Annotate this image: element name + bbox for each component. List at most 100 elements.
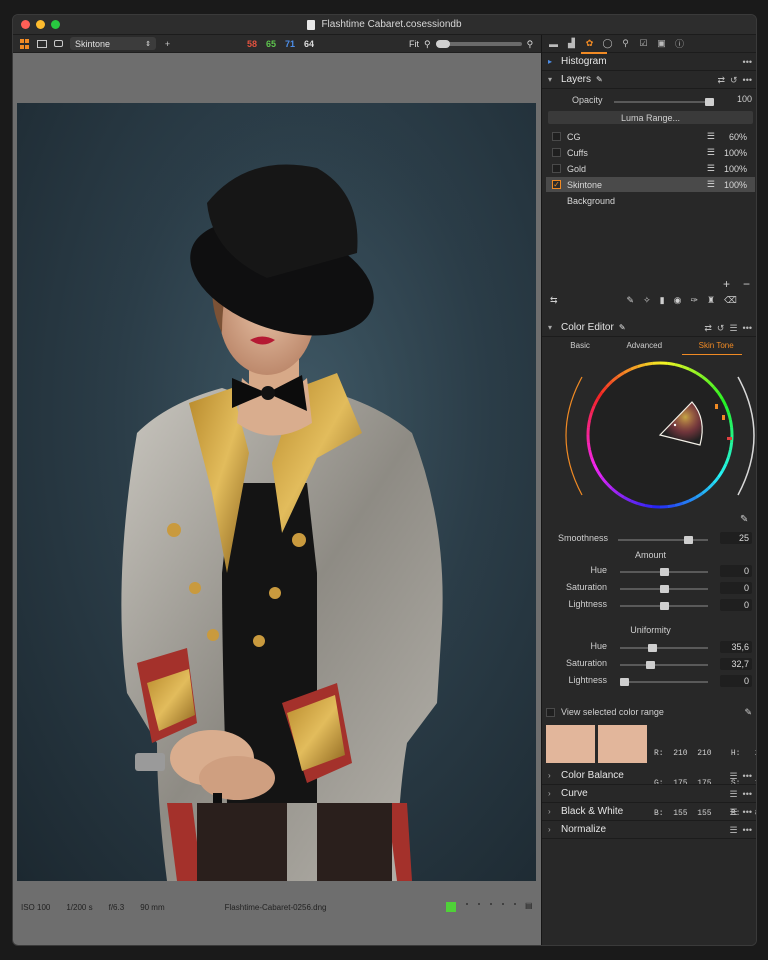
library-tab-icon[interactable]: ▬ xyxy=(548,38,559,49)
amount-saturation-slider[interactable] xyxy=(620,585,708,593)
fill-icon[interactable]: ✑ xyxy=(690,295,698,306)
layer-select[interactable]: Skintone ⇕ xyxy=(70,37,156,50)
luma-range-button[interactable]: Luma Range... xyxy=(548,111,753,124)
rating-dot-2[interactable] xyxy=(478,903,480,905)
swap-icon[interactable]: ⇆ xyxy=(550,295,558,306)
more-icon[interactable]: ••• xyxy=(743,771,752,781)
more-icon[interactable]: ••• xyxy=(743,807,752,817)
lens-tab-icon[interactable]: ⚲ xyxy=(620,38,631,49)
slider-knob[interactable] xyxy=(620,678,629,686)
list-icon[interactable]: ☰ xyxy=(729,825,737,836)
layer-checkbox[interactable] xyxy=(552,164,561,173)
zoom-in-icon[interactable]: ⚲ xyxy=(527,39,534,50)
layer-row[interactable]: ✓ Skintone ☰ 100% xyxy=(546,177,755,192)
amount-hue-slider[interactable] xyxy=(620,568,708,576)
section-curve[interactable]: › Curve ☰ ••• xyxy=(542,785,756,803)
output-tab-icon[interactable]: ▣ xyxy=(656,38,667,49)
auto-mask-icon[interactable]: ✧ xyxy=(643,295,651,306)
arrows-icon[interactable]: ⇄ xyxy=(717,75,725,86)
capture-tab-icon[interactable]: ▟ xyxy=(566,38,577,49)
slider-knob[interactable] xyxy=(659,568,669,576)
maximize-window-button[interactable] xyxy=(51,20,60,29)
picker-icon[interactable]: ✎ xyxy=(619,323,626,332)
section-color-balance[interactable]: › Color Balance ☰ ••• xyxy=(542,767,756,785)
smoothness-slider-knob[interactable] xyxy=(684,536,693,544)
slider-knob[interactable] xyxy=(659,602,669,610)
radial-icon[interactable]: ◉ xyxy=(674,295,682,306)
tab-skin-tone[interactable]: Skin Tone xyxy=(699,341,734,350)
single-view-icon[interactable] xyxy=(36,38,47,49)
opacity-slider[interactable] xyxy=(614,98,714,106)
amount-lightness-slider[interactable] xyxy=(620,602,708,610)
layer-row[interactable]: Gold ☰ 100% xyxy=(546,161,755,176)
layer-settings-icon[interactable]: ☰ xyxy=(707,179,715,190)
right-range-arc[interactable] xyxy=(737,376,755,496)
color-editor-header[interactable]: ▾ Color Editor ✎ ⇄ ↺ ☰ ••• xyxy=(542,319,756,337)
adjustments-tab-icon[interactable]: ☑ xyxy=(638,38,649,49)
opacity-slider-knob[interactable] xyxy=(705,98,714,106)
remove-layer-icon[interactable]: − xyxy=(743,277,750,291)
uniformity-lightness-value[interactable]: 0 xyxy=(720,675,752,687)
amount-hue-value[interactable]: 0 xyxy=(720,565,752,577)
zoom-out-icon[interactable]: ⚲ xyxy=(424,39,431,50)
zoom-slider[interactable] xyxy=(435,40,522,48)
info-icon[interactable]: ▤ xyxy=(525,901,533,910)
exposure-tab-icon[interactable]: ◯ xyxy=(602,38,613,49)
layer-checkbox[interactable] xyxy=(552,148,561,157)
eraser-icon[interactable]: ⌫ xyxy=(724,295,737,306)
layer-checkbox[interactable]: ✓ xyxy=(552,180,561,189)
add-layer-icon[interactable]: + xyxy=(723,277,730,291)
color-tab-icon[interactable]: ✿ xyxy=(584,38,595,49)
viewer-mode-icon[interactable] xyxy=(53,38,64,49)
slider-knob[interactable] xyxy=(659,585,669,593)
slider-knob[interactable] xyxy=(646,661,656,669)
rating-dot-1[interactable] xyxy=(466,903,468,905)
reset-icon[interactable]: ↺ xyxy=(717,323,725,334)
list-icon[interactable]: ☰ xyxy=(729,771,737,782)
picker-icon[interactable]: ✎ xyxy=(596,75,603,84)
eyedropper-icon[interactable]: ✎ xyxy=(740,514,748,525)
list-icon[interactable]: ☰ xyxy=(729,807,737,818)
section-black-white[interactable]: › Black & White ☰ ••• xyxy=(542,803,756,821)
list-icon[interactable]: ☰ xyxy=(729,789,737,800)
brush-icon[interactable]: ✎ xyxy=(627,295,635,306)
tab-basic[interactable]: Basic xyxy=(570,341,590,350)
layer-checkbox[interactable] xyxy=(552,132,561,141)
more-icon[interactable]: ••• xyxy=(743,825,752,835)
grid-view-icon[interactable] xyxy=(19,38,30,49)
minimize-window-button[interactable] xyxy=(36,20,45,29)
layer-settings-icon[interactable]: ☰ xyxy=(707,147,715,158)
layer-row[interactable]: Cuffs ☰ 100% xyxy=(546,145,755,160)
rating-dot-5[interactable] xyxy=(514,903,516,905)
section-normalize[interactable]: › Normalize ☰ ••• xyxy=(542,821,756,839)
layer-row[interactable]: CG ☰ 60% xyxy=(546,129,755,144)
zoom-slider-thumb[interactable] xyxy=(435,40,450,48)
metadata-tab-icon[interactable]: ⓘ xyxy=(674,38,685,49)
add-crosshair-icon[interactable]: + xyxy=(162,38,173,49)
more-icon[interactable]: ••• xyxy=(743,789,752,799)
opacity-value[interactable]: 100 xyxy=(737,94,752,104)
rating-dot-3[interactable] xyxy=(490,903,492,905)
arrows-icon[interactable]: ⇄ xyxy=(704,323,712,334)
layer-settings-icon[interactable]: ☰ xyxy=(707,131,715,142)
photo-preview[interactable] xyxy=(17,103,536,881)
color-wheel[interactable]: ✎ xyxy=(542,357,757,527)
layer-settings-icon[interactable]: ☰ xyxy=(707,163,715,174)
fit-label[interactable]: Fit xyxy=(409,39,419,49)
uniformity-saturation-value[interactable]: 32,7 xyxy=(720,658,752,670)
more-icon[interactable]: ••• xyxy=(743,75,752,85)
layer-row[interactable]: Background xyxy=(546,193,755,208)
histogram-section[interactable]: ▸ Histogram ••• xyxy=(542,53,756,71)
eyedropper-icon[interactable]: ✎ xyxy=(744,707,752,718)
more-icon[interactable]: ••• xyxy=(743,323,752,333)
color-tag-icon[interactable] xyxy=(446,902,456,912)
close-window-button[interactable] xyxy=(21,20,30,29)
uniformity-lightness-slider[interactable] xyxy=(620,678,708,686)
view-range-checkbox[interactable] xyxy=(546,707,555,717)
reset-icon[interactable]: ↺ xyxy=(730,75,738,86)
uniformity-saturation-slider[interactable] xyxy=(620,661,708,669)
left-range-arc[interactable] xyxy=(565,376,583,496)
amount-lightness-value[interactable]: 0 xyxy=(720,599,752,611)
list-icon[interactable]: ☰ xyxy=(729,323,737,334)
smoothness-slider[interactable] xyxy=(618,536,708,544)
